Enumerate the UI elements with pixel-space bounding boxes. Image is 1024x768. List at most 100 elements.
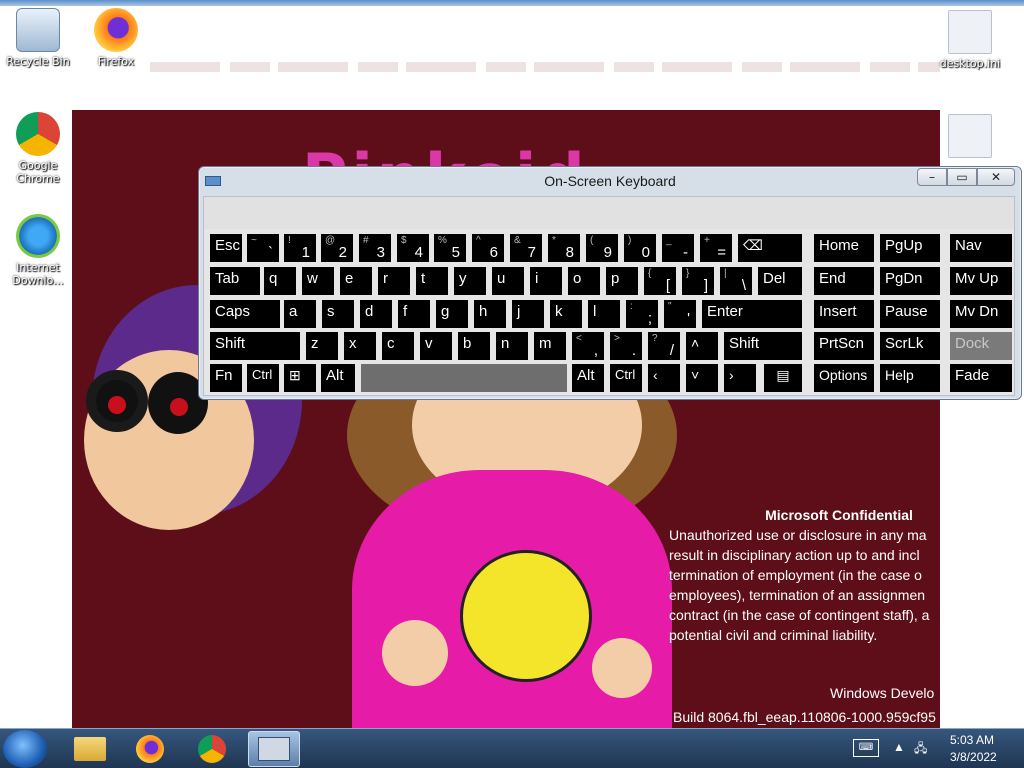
key-caps[interactable]: Caps xyxy=(210,300,280,328)
key-0[interactable]: ) 0 xyxy=(624,234,656,262)
key-b[interactable]: b xyxy=(458,332,490,360)
second-ini-icon[interactable] xyxy=(934,114,1006,161)
key-menu[interactable]: ▤ xyxy=(764,364,802,392)
key-semicolon[interactable]: :; xyxy=(626,300,658,328)
key-slash[interactable]: ? / xyxy=(648,332,680,360)
key-h[interactable]: h xyxy=(474,300,506,328)
key-alt-right[interactable]: Alt xyxy=(572,364,604,392)
key-ctrl-right[interactable]: Ctrl xyxy=(610,364,642,392)
key-z[interactable]: z xyxy=(306,332,338,360)
key-esc[interactable]: Esc xyxy=(210,234,242,262)
key-e[interactable]: e xyxy=(340,267,372,295)
key-8[interactable]: * 8 xyxy=(548,234,580,262)
internet-download-manager-icon[interactable]: Internet Downlo... xyxy=(2,214,74,287)
key-1[interactable]: ! 1 xyxy=(284,234,316,262)
key-alt-left[interactable]: Alt xyxy=(321,364,355,392)
key-up-arrow[interactable]: ˄ xyxy=(686,332,718,360)
key-5[interactable]: % 5 xyxy=(434,234,466,262)
close-button[interactable]: ✕ xyxy=(977,168,1015,186)
key-tilde[interactable]: ~ ` xyxy=(247,234,279,262)
key-pgdn[interactable]: PgDn xyxy=(880,267,940,295)
key-left-arrow[interactable]: ‹ xyxy=(648,364,680,392)
key-g[interactable]: g xyxy=(436,300,468,328)
key-2[interactable]: @2 xyxy=(321,234,353,262)
key-j[interactable]: j xyxy=(512,300,544,328)
key-shift-right[interactable]: Shift xyxy=(724,332,802,360)
key-q[interactable]: q xyxy=(264,267,296,295)
firefox-icon[interactable]: Firefox xyxy=(80,8,152,68)
key-9[interactable]: (9 xyxy=(586,234,618,262)
key-3[interactable]: #3 xyxy=(359,234,391,262)
key-6[interactable]: ^ 6 xyxy=(472,234,504,262)
key-pause[interactable]: Pause xyxy=(880,300,940,328)
key-fade[interactable]: Fade xyxy=(950,364,1012,392)
key-options[interactable]: Options xyxy=(814,364,874,392)
key-y[interactable]: y xyxy=(454,267,486,295)
key-a[interactable]: a xyxy=(284,300,316,328)
key-f[interactable]: f xyxy=(398,300,430,328)
key-enter[interactable]: Enter xyxy=(702,300,802,328)
key-backslash[interactable]: | \ xyxy=(720,267,752,295)
key-windows[interactable]: ⊞ xyxy=(284,364,316,392)
key-r[interactable]: r xyxy=(378,267,410,295)
google-chrome-icon[interactable]: Google Chrome xyxy=(2,112,74,185)
key-del[interactable]: Del xyxy=(758,267,802,295)
key-l[interactable]: l xyxy=(588,300,620,328)
maximize-button[interactable]: ▭ xyxy=(947,168,977,186)
key-backspace[interactable]: ⌫ xyxy=(738,234,802,262)
key-fn[interactable]: Fn xyxy=(210,364,242,392)
key-period[interactable]: >. xyxy=(610,332,642,360)
key-v[interactable]: v xyxy=(420,332,452,360)
minimize-button[interactable]: – xyxy=(917,168,947,186)
key-equals[interactable]: + = xyxy=(700,234,732,262)
key-scrlk[interactable]: ScrLk xyxy=(880,332,940,360)
key-4[interactable]: $4 xyxy=(397,234,429,262)
key-x[interactable]: x xyxy=(344,332,376,360)
key-n[interactable]: n xyxy=(496,332,528,360)
key-quote[interactable]: " ' xyxy=(664,300,696,328)
desktop-ini-icon[interactable]: desktop.ini xyxy=(934,10,1006,70)
key-w[interactable]: w xyxy=(302,267,334,295)
key-nav[interactable]: Nav xyxy=(950,234,1012,262)
key-p[interactable]: p xyxy=(606,267,638,295)
key-right-arrow[interactable]: › xyxy=(724,364,756,392)
key-comma[interactable]: <, xyxy=(572,332,604,360)
key-insert[interactable]: Insert xyxy=(814,300,874,328)
key-c[interactable]: c xyxy=(382,332,414,360)
key-i[interactable]: i xyxy=(530,267,562,295)
key-o[interactable]: o xyxy=(568,267,600,295)
tray-clock-date[interactable]: 3/8/2022 xyxy=(950,750,997,764)
on-screen-keyboard-window[interactable]: On-Screen Keyboard – ▭ ✕ Esc ~ ` ! 1 @2 #3… xyxy=(198,166,1022,400)
recycle-bin-icon[interactable]: Recycle Bin xyxy=(2,8,74,68)
taskbar-explorer-button[interactable] xyxy=(64,731,116,767)
key-t[interactable]: t xyxy=(416,267,448,295)
taskbar-chrome-button[interactable] xyxy=(186,731,238,767)
key-d[interactable]: d xyxy=(360,300,392,328)
key-minus[interactable]: _ - xyxy=(662,234,694,262)
key-u[interactable]: u xyxy=(492,267,524,295)
key-bracket-open[interactable]: {[ xyxy=(644,267,676,295)
key-home[interactable]: Home xyxy=(814,234,874,262)
key-end[interactable]: End xyxy=(814,267,874,295)
osk-title-bar[interactable]: On-Screen Keyboard – ▭ ✕ xyxy=(199,167,1021,195)
key-help[interactable]: Help xyxy=(880,364,940,392)
key-7[interactable]: & 7 xyxy=(510,234,542,262)
tray-network-icon[interactable]: 🖧 xyxy=(914,739,927,760)
key-ctrl-left[interactable]: Ctrl xyxy=(247,364,279,392)
start-button[interactable] xyxy=(3,730,47,768)
tray-show-hidden-icon[interactable]: ▲ xyxy=(893,740,905,754)
key-shift-left[interactable]: Shift xyxy=(210,332,300,360)
key-prtscn[interactable]: PrtScn xyxy=(814,332,874,360)
taskbar-firefox-button[interactable] xyxy=(124,731,176,767)
key-space[interactable] xyxy=(361,364,567,392)
key-k[interactable]: k xyxy=(550,300,582,328)
key-s[interactable]: s xyxy=(322,300,354,328)
taskbar-osk-button[interactable] xyxy=(248,731,300,767)
key-mv-dn[interactable]: Mv Dn xyxy=(950,300,1012,328)
key-pgup[interactable]: PgUp xyxy=(880,234,940,262)
key-bracket-close[interactable]: }] xyxy=(682,267,714,295)
tray-keyboard-icon[interactable]: ⌨ xyxy=(853,739,879,757)
key-m[interactable]: m xyxy=(534,332,566,360)
key-mv-up[interactable]: Mv Up xyxy=(950,267,1012,295)
tray-clock-time[interactable]: 5:03 AM xyxy=(950,733,994,747)
